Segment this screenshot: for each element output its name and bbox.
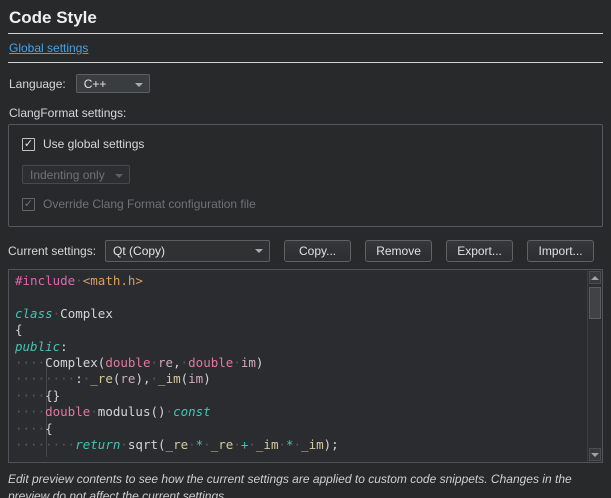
title-separator [8,33,603,34]
use-global-settings-checkbox[interactable]: ✓ Use global settings [22,137,590,151]
checkbox-checked-icon: ✓ [22,198,35,211]
chevron-down-icon [115,174,123,178]
current-settings-value: Qt (Copy) [113,244,165,258]
language-dropdown-value: C++ [84,77,107,91]
language-label: Language: [9,77,66,91]
current-settings-dropdown[interactable]: Qt (Copy) [105,240,270,262]
import-button[interactable]: Import... [527,240,594,262]
override-clang-format-label: Override Clang Format configuration file [43,197,256,211]
link-separator [8,62,603,63]
page-title: Code Style [9,8,603,28]
help-note: Edit preview contents to see how the cur… [8,471,603,498]
clangformat-settings-label: ClangFormat settings: [9,106,603,120]
code-preview-editor[interactable]: #include·<math.h> class·Complex{public:·… [8,269,603,463]
scroll-down-button[interactable] [589,448,601,461]
checkbox-checked-icon: ✓ [22,138,35,151]
scrollbar-thumb[interactable] [589,287,601,319]
language-dropdown[interactable]: C++ [76,74,150,93]
use-global-settings-label: Use global settings [43,137,144,151]
triangle-up-icon [591,276,599,280]
chevron-down-icon [135,83,143,87]
override-clang-format-checkbox: ✓ Override Clang Format configuration fi… [22,197,590,211]
formatting-mode-dropdown: Indenting only [22,165,130,184]
chevron-down-icon [255,249,263,253]
clangformat-settings-group: ✓ Use global settings Indenting only ✓ O… [8,124,603,227]
global-settings-link[interactable]: Global settings [9,41,88,55]
editor-scrollbar[interactable] [587,270,602,462]
formatting-mode-value: Indenting only [30,168,105,182]
copy-button[interactable]: Copy... [284,240,351,262]
remove-button[interactable]: Remove [365,240,432,262]
code-style-settings-page: Code Style Global settings Language: C++… [0,0,611,498]
triangle-down-icon [591,453,599,457]
scroll-up-button[interactable] [589,271,601,284]
code-editor-content[interactable]: #include·<math.h> class·Complex{public:·… [9,273,586,453]
current-settings-label: Current settings: [8,244,96,258]
export-button[interactable]: Export... [446,240,513,262]
